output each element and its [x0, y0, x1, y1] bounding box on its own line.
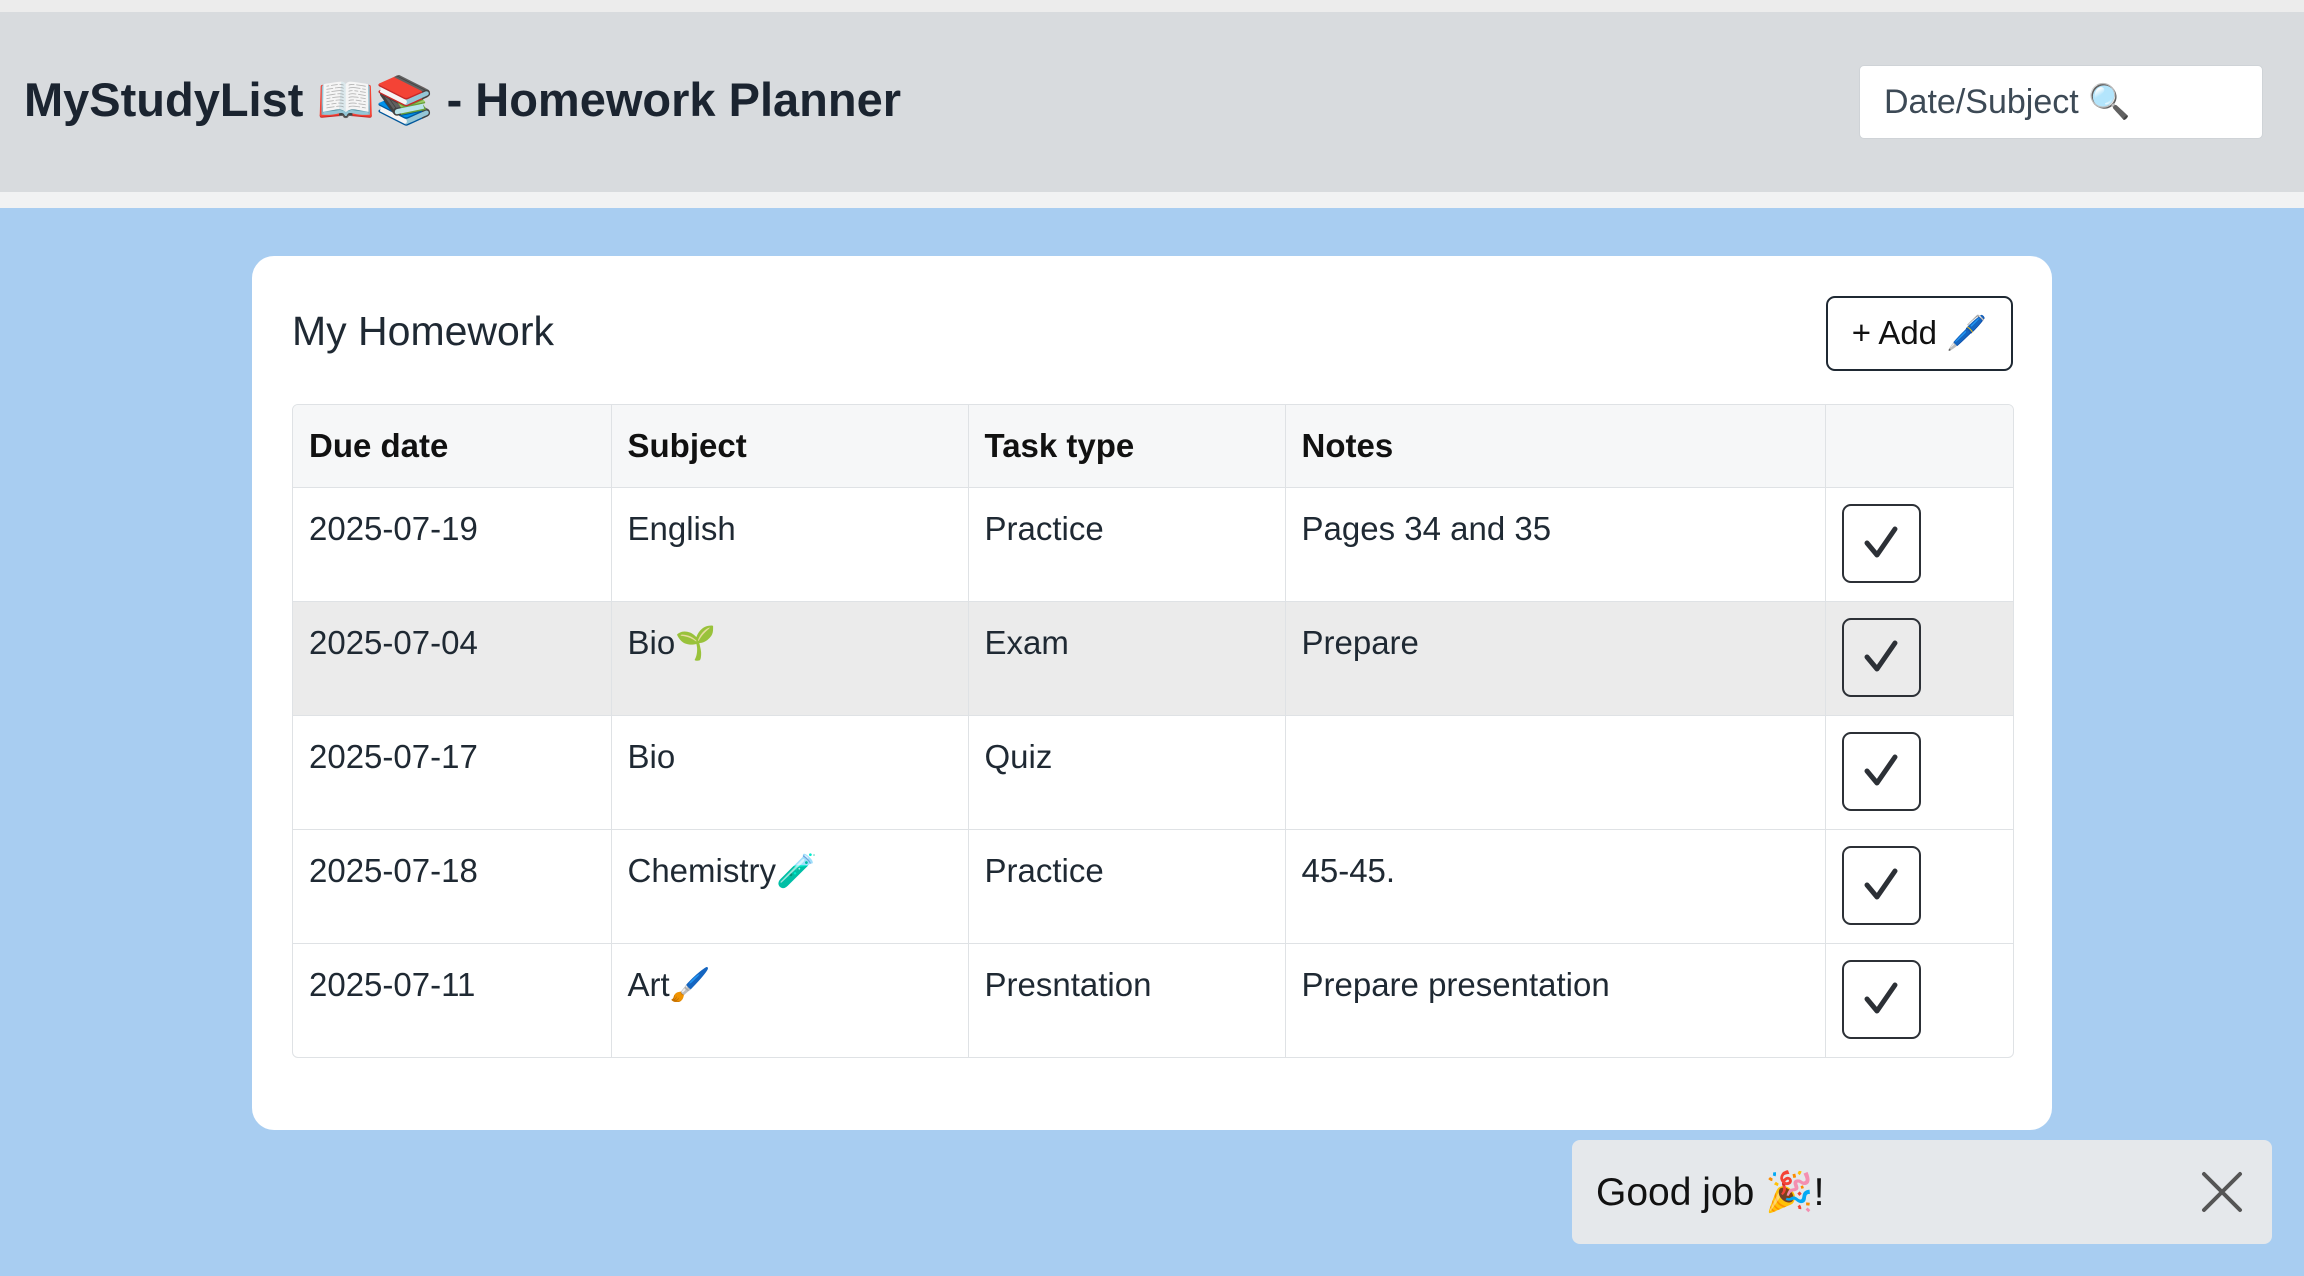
toast-close-button[interactable] — [2200, 1170, 2244, 1214]
notes-cell: Prepare — [1285, 601, 1826, 716]
due-date-cell: 2025-07-04 — [293, 601, 612, 716]
task-type-cell: Exam — [968, 601, 1286, 716]
column-header-task-type: Task type — [968, 405, 1286, 488]
subject-cell: Bio — [611, 715, 969, 830]
due-date-cell: 2025-07-11 — [293, 943, 612, 1057]
mark-done-button[interactable] — [1841, 845, 1921, 925]
notes-cell: Prepare presentation — [1285, 943, 1826, 1057]
subject-cell: Chemistry🧪 — [611, 829, 969, 944]
mark-done-button[interactable] — [1841, 959, 1921, 1039]
mark-done-button[interactable] — [1841, 503, 1921, 583]
action-cell — [1825, 829, 2013, 944]
task-type-cell: Quiz — [968, 715, 1286, 830]
table-header-row: Due date Subject Task type Notes — [293, 405, 2013, 488]
card-title: My Homework — [292, 308, 554, 354]
column-header-subject: Subject — [611, 405, 969, 488]
column-header-notes: Notes — [1285, 405, 1826, 488]
action-cell — [1825, 943, 2013, 1057]
search-input[interactable] — [1859, 65, 2263, 139]
checkmark-icon — [1864, 640, 1898, 672]
homework-table: Due date Subject Task type Notes 2025-07… — [293, 405, 2013, 1057]
mark-done-button[interactable] — [1841, 731, 1921, 811]
notes-cell: Pages 34 and 35 — [1285, 487, 1826, 602]
add-homework-button[interactable]: + Add 🖊️ — [1826, 296, 2013, 371]
close-icon — [2202, 1172, 2242, 1212]
checkmark-icon — [1864, 526, 1898, 558]
action-cell — [1825, 487, 2013, 602]
column-header-actions — [1825, 405, 2013, 488]
table-row: 2025-07-19 English Practice Pages 34 and… — [293, 487, 2013, 602]
checkmark-icon — [1864, 754, 1898, 786]
homework-table-wrapper: Due date Subject Task type Notes 2025-07… — [292, 404, 2014, 1058]
table-row: 2025-07-11 Art🖌️ Presntation Prepare pre… — [293, 943, 2013, 1057]
checkmark-icon — [1864, 982, 1898, 1014]
toast-notification: Good job 🎉! — [1572, 1140, 2272, 1244]
table-row: 2025-07-18 Chemistry🧪 Practice 45-45. — [293, 829, 2013, 944]
action-cell — [1825, 601, 2013, 716]
action-cell — [1825, 715, 2013, 830]
checkmark-icon — [1864, 868, 1898, 900]
mark-done-button[interactable] — [1841, 617, 1921, 697]
subject-cell: Art🖌️ — [611, 943, 969, 1057]
task-type-cell: Practice — [968, 829, 1286, 944]
homework-card: My Homework + Add 🖊️ Due date Subject Ta… — [252, 256, 2052, 1130]
notes-cell — [1285, 715, 1826, 830]
subject-cell: Bio🌱 — [611, 601, 969, 716]
task-type-cell: Practice — [968, 487, 1286, 602]
notes-cell: 45-45. — [1285, 829, 1826, 944]
window-top-strip — [0, 0, 2304, 12]
toast-message: Good job 🎉! — [1596, 1171, 1825, 1214]
subject-cell: English — [611, 487, 969, 602]
app-header: MyStudyList 📖📚 - Homework Planner — [0, 12, 2304, 208]
table-row: 2025-07-17 Bio Quiz — [293, 715, 2013, 830]
due-date-cell: 2025-07-18 — [293, 829, 612, 944]
task-type-cell: Presntation — [968, 943, 1286, 1057]
app-title: MyStudyList 📖📚 - Homework Planner — [24, 73, 902, 126]
column-header-due-date: Due date — [293, 405, 612, 488]
table-row: 2025-07-04 Bio🌱 Exam Prepare — [293, 601, 2013, 716]
due-date-cell: 2025-07-19 — [293, 487, 612, 602]
due-date-cell: 2025-07-17 — [293, 715, 612, 830]
